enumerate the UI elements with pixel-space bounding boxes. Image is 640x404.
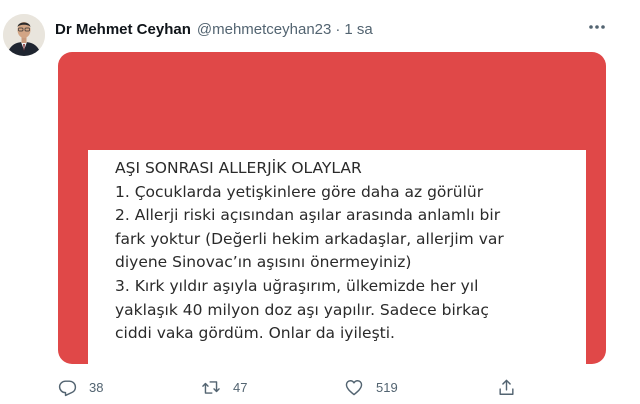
- image-text-line: diyene Sinovac’ın aşısını önermeyiniz): [115, 253, 412, 272]
- share-button[interactable]: [497, 376, 528, 398]
- image-text-line: 1. Çocuklarda yetişkinlere göre daha az …: [115, 182, 484, 201]
- tweet-image[interactable]: AŞI SONRASI ALLERJİK OLAYLAR 1. Çocuklar…: [58, 52, 606, 364]
- tweet-header: Dr Mehmet Ceyhan @mehmetceyhan23 · 1 sa: [55, 18, 373, 40]
- timestamp[interactable]: 1 sa: [344, 21, 372, 38]
- image-text-line: ciddi vaka gördüm. Onlar da iyileşti.: [115, 324, 395, 343]
- separator-dot: ·: [335, 20, 341, 38]
- like-count: 519: [376, 379, 398, 395]
- image-text-card: AŞI SONRASI ALLERJİK OLAYLAR 1. Çocuklar…: [88, 150, 586, 364]
- image-text-line: 2. Allerji riski açısından aşılar arasın…: [115, 206, 501, 225]
- profile-photo-icon: [3, 14, 45, 56]
- retweet-button[interactable]: 47: [201, 376, 247, 398]
- more-icon[interactable]: [586, 18, 608, 36]
- image-text-line: AŞI SONRASI ALLERJİK OLAYLAR: [115, 159, 362, 177]
- retweet-count: 47: [233, 379, 248, 395]
- reply-count: 38: [89, 379, 104, 395]
- author-name[interactable]: Dr Mehmet Ceyhan: [55, 21, 191, 38]
- image-text-line: 3. Kırk yıldır aşıyla uğraşırım, ülkemiz…: [115, 276, 479, 295]
- heart-icon: [345, 379, 363, 395]
- author-handle[interactable]: @mehmetceyhan23: [197, 21, 331, 38]
- share-icon: [499, 379, 514, 395]
- like-button[interactable]: 519: [344, 376, 398, 398]
- reply-icon: [58, 379, 77, 396]
- retweet-icon: [202, 380, 220, 394]
- action-bar: 38 47 519: [58, 376, 528, 398]
- avatar[interactable]: [3, 14, 45, 56]
- image-text-line: yaklaşık 40 milyon doz aşı yapılır. Sade…: [115, 300, 489, 319]
- image-text-line: fark yoktur (Değerli hekim arkadaşlar, a…: [115, 229, 504, 248]
- reply-button[interactable]: 38: [58, 376, 103, 398]
- tweet[interactable]: Dr Mehmet Ceyhan @mehmetceyhan23 · 1 sa …: [0, 0, 640, 404]
